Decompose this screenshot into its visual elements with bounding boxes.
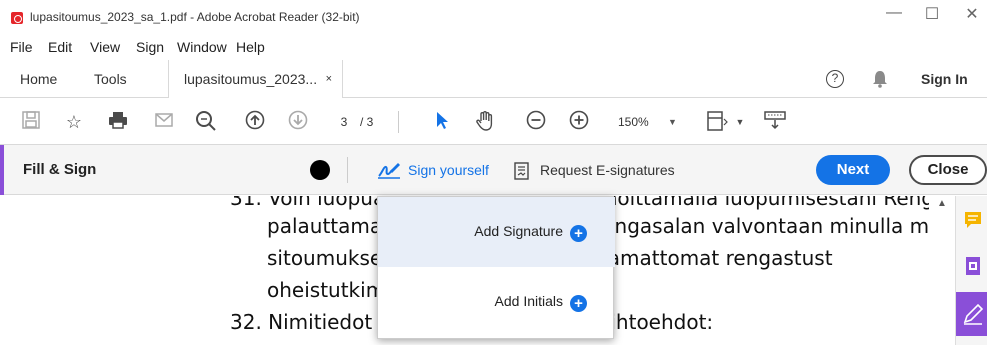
previous-page-icon[interactable] bbox=[243, 110, 267, 134]
close-button[interactable]: Close bbox=[909, 155, 987, 185]
tab-document[interactable]: lupasitoumus_2023... × bbox=[168, 60, 343, 98]
tab-bar: Home Tools lupasitoumus_2023... × ? Sign… bbox=[0, 60, 987, 98]
request-esignatures-label: Request E-signatures bbox=[540, 162, 675, 178]
keyboard-icon[interactable] bbox=[763, 110, 787, 134]
next-button[interactable]: Next bbox=[816, 155, 890, 185]
bell-icon[interactable] bbox=[872, 70, 888, 88]
menu-file[interactable]: File bbox=[10, 39, 33, 55]
add-signature-label: Add Signature bbox=[474, 223, 563, 239]
maximize-button[interactable]: ☐ bbox=[917, 4, 947, 24]
fit-dropdown-icon[interactable]: ▼ bbox=[728, 110, 752, 134]
sign-in-button[interactable]: Sign In bbox=[921, 60, 968, 98]
sign-yourself-label: Sign yourself bbox=[408, 162, 489, 178]
add-signature-menu-item[interactable]: Add Signature + bbox=[378, 197, 615, 267]
color-picker-dot[interactable] bbox=[310, 160, 330, 180]
fill-sign-accent bbox=[0, 145, 4, 195]
zoom-search-icon[interactable] bbox=[194, 110, 218, 134]
sign-dropdown-menu: Add Signature + Add Initials + bbox=[377, 196, 615, 339]
zoom-in-icon[interactable] bbox=[567, 110, 591, 134]
scroll-up-icon[interactable]: ▲ bbox=[937, 198, 947, 209]
hand-tool-icon[interactable] bbox=[473, 110, 497, 134]
acrobat-icon bbox=[11, 12, 23, 24]
add-initials-label: Add Initials bbox=[494, 293, 563, 309]
fill-sign-panel-button[interactable] bbox=[956, 292, 987, 336]
zoom-level[interactable]: 150% bbox=[618, 113, 649, 131]
title-bar: lupasitoumus_2023_sa_1.pdf - Adobe Acrob… bbox=[0, 0, 987, 38]
fill-sign-bar: Fill & Sign Sign yourself Request E-sign… bbox=[0, 145, 987, 195]
save-icon[interactable] bbox=[19, 110, 43, 134]
vertical-scrollbar[interactable]: ▲ bbox=[929, 196, 955, 345]
email-icon[interactable] bbox=[152, 110, 176, 134]
menu-bar: File Edit View Sign Window Help bbox=[0, 38, 987, 59]
zoom-dropdown-icon[interactable]: ▼ bbox=[668, 113, 677, 131]
minimize-button[interactable]: — bbox=[879, 4, 909, 22]
toolbar: ☆ 3 / 3 150% ▼ ▼ bbox=[0, 99, 987, 145]
tab-home[interactable]: Home bbox=[20, 60, 57, 98]
add-initials-menu-item[interactable]: Add Initials + bbox=[378, 267, 615, 337]
page-number-input[interactable]: 3 bbox=[332, 113, 356, 131]
next-page-icon[interactable] bbox=[286, 110, 310, 134]
fill-sign-label: Fill & Sign bbox=[23, 161, 97, 178]
tab-document-label: lupasitoumus_2023... bbox=[184, 71, 318, 87]
right-tools-panel bbox=[955, 196, 987, 345]
comment-icon[interactable] bbox=[963, 210, 983, 230]
window-title: lupasitoumus_2023_sa_1.pdf - Adobe Acrob… bbox=[30, 10, 360, 24]
add-plus-icon: + bbox=[570, 295, 587, 312]
fill-sign-divider bbox=[347, 157, 348, 183]
bookmark-star-icon[interactable]: ☆ bbox=[62, 110, 86, 134]
menu-help[interactable]: Help bbox=[236, 39, 265, 55]
help-icon[interactable]: ? bbox=[826, 70, 844, 88]
export-pdf-icon[interactable] bbox=[963, 256, 983, 276]
fit-page-icon[interactable] bbox=[706, 110, 730, 134]
page-total: / 3 bbox=[360, 115, 374, 129]
print-icon[interactable] bbox=[106, 110, 130, 134]
tab-tools[interactable]: Tools bbox=[94, 60, 127, 98]
tab-close-icon[interactable]: × bbox=[326, 60, 332, 98]
close-window-button[interactable]: ✕ bbox=[957, 4, 987, 24]
add-plus-icon: + bbox=[570, 225, 587, 242]
menu-edit[interactable]: Edit bbox=[48, 39, 72, 55]
pen-sign-icon bbox=[378, 163, 400, 179]
menu-sign[interactable]: Sign bbox=[136, 39, 164, 55]
zoom-out-icon[interactable] bbox=[524, 110, 548, 134]
toolbar-divider bbox=[398, 111, 399, 133]
menu-view[interactable]: View bbox=[90, 39, 120, 55]
select-cursor-icon[interactable] bbox=[430, 110, 454, 134]
fill-sign-pen-icon bbox=[963, 303, 984, 325]
document-sign-icon bbox=[514, 162, 529, 180]
menu-window[interactable]: Window bbox=[177, 39, 227, 55]
